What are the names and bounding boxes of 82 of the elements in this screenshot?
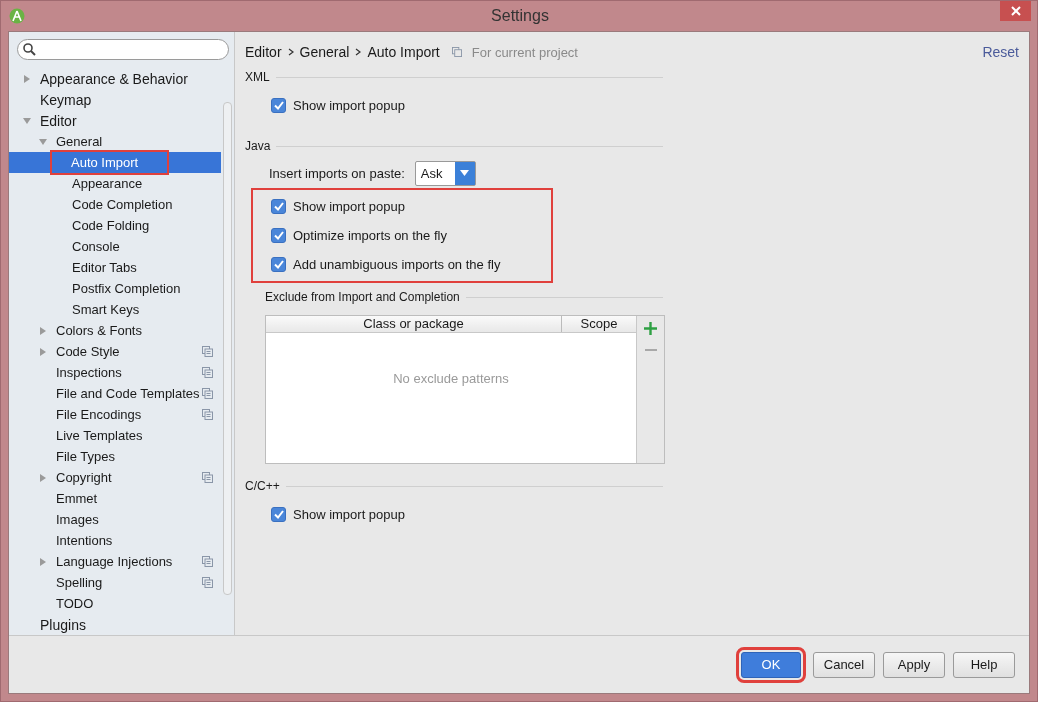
tree-item[interactable]: Code Style (9, 341, 221, 362)
dropdown-caret-icon (460, 170, 470, 176)
section-title: C/C++ (245, 479, 280, 493)
minus-icon (644, 349, 657, 351)
tree-item[interactable]: Code Completion (9, 194, 221, 215)
tree-item[interactable]: Copyright (9, 467, 221, 488)
tree-item[interactable]: Colors & Fonts (9, 320, 221, 341)
reset-link[interactable]: Reset (982, 44, 1019, 60)
tree-item[interactable]: TODO (9, 593, 221, 614)
plus-icon (644, 321, 657, 335)
breadcrumb-item: Editor (245, 44, 282, 60)
expanded-arrow-icon[interactable] (39, 137, 47, 146)
collapsed-arrow-icon[interactable] (39, 557, 47, 566)
breadcrumb-separator-icon (355, 48, 362, 56)
tree-item[interactable]: General (9, 131, 221, 152)
tree-item[interactable]: Appearance (9, 173, 221, 194)
tree-item[interactable]: Intentions (9, 530, 221, 551)
tree-item[interactable]: Live Templates (9, 425, 221, 446)
close-icon (1010, 6, 1021, 16)
project-scope-icon (202, 472, 213, 483)
dialog-button[interactable]: Help (953, 651, 1015, 678)
breadcrumb-item: General (299, 44, 350, 60)
project-scope-icon (451, 47, 462, 57)
close-button[interactable] (1000, 1, 1031, 21)
project-scope-icon (202, 367, 213, 378)
project-scope-icon (202, 346, 213, 357)
field-label: Insert imports on paste: (269, 165, 405, 181)
tree-item[interactable]: File Encodings (9, 404, 221, 425)
scope-note: For current project (471, 44, 578, 60)
tree-item[interactable]: Console (9, 236, 221, 257)
search-field[interactable] (17, 39, 229, 60)
tree-item[interactable]: Spelling (9, 572, 221, 593)
project-scope-icon (202, 556, 213, 567)
collapsed-arrow-icon[interactable] (39, 473, 47, 482)
column-header[interactable]: Scope (561, 316, 636, 332)
project-scope-icon (202, 577, 213, 588)
collapsed-arrow-icon[interactable] (39, 347, 47, 356)
tree-item[interactable]: Auto Import (9, 152, 221, 173)
empty-message: No exclude patterns (393, 371, 509, 388)
search-icon (23, 43, 36, 56)
expanded-arrow-icon[interactable] (23, 116, 31, 125)
checkbox[interactable] (271, 98, 286, 113)
tree-item[interactable]: Code Folding (9, 215, 221, 236)
tree-item[interactable]: Editor Tabs (9, 257, 221, 278)
section-title: XML (245, 70, 270, 84)
add-button[interactable] (642, 320, 659, 336)
breadcrumb-item: Auto Import (367, 44, 440, 60)
checkbox-label[interactable]: Show import popup (253, 192, 551, 221)
scrollbar[interactable] (223, 102, 232, 595)
checkbox-label[interactable]: Show import popup (253, 500, 551, 529)
tree-item[interactable]: Postfix Completion (9, 278, 221, 299)
checkbox-label[interactable]: Optimize imports on the fly (253, 221, 551, 250)
tree-item[interactable]: Editor (9, 110, 221, 131)
android-studio-icon (9, 8, 25, 24)
dialog-button[interactable]: Cancel (813, 651, 875, 678)
tree-item[interactable]: File Types (9, 446, 221, 467)
section-title: Java (245, 139, 271, 153)
tree-item[interactable]: Keymap (9, 89, 221, 110)
project-scope-icon (202, 409, 213, 420)
checkbox[interactable] (271, 199, 286, 214)
checkbox-label[interactable]: Add unambiguous imports on the fly (253, 250, 551, 279)
column-header[interactable]: Class or package (266, 316, 561, 332)
tree-item[interactable]: File and Code Templates (9, 383, 221, 404)
tree-item[interactable]: Emmet (9, 488, 221, 509)
dialog-button[interactable]: Apply (883, 651, 945, 678)
checkbox[interactable] (271, 507, 286, 522)
breadcrumb-separator-icon (287, 48, 294, 56)
collapsed-arrow-icon[interactable] (39, 326, 47, 335)
window-title: Settings (491, 7, 549, 25)
section-title: Exclude from Import and Completion (265, 290, 460, 304)
checkbox-label[interactable]: Show import popup (253, 91, 551, 120)
tree-item[interactable]: Smart Keys (9, 299, 221, 320)
tree-item[interactable]: Images (9, 509, 221, 530)
tree-item[interactable]: Plugins (9, 614, 221, 635)
checkbox[interactable] (271, 228, 286, 243)
tree-item[interactable]: Language Injections (9, 551, 221, 572)
project-scope-icon (202, 388, 213, 399)
collapsed-arrow-icon[interactable] (23, 74, 31, 83)
paste-dropdown[interactable]: Ask (414, 160, 476, 186)
checkbox[interactable] (271, 257, 286, 272)
tree-item[interactable]: Appearance & Behavior (9, 68, 221, 89)
tree-item[interactable]: Inspections (9, 362, 221, 383)
